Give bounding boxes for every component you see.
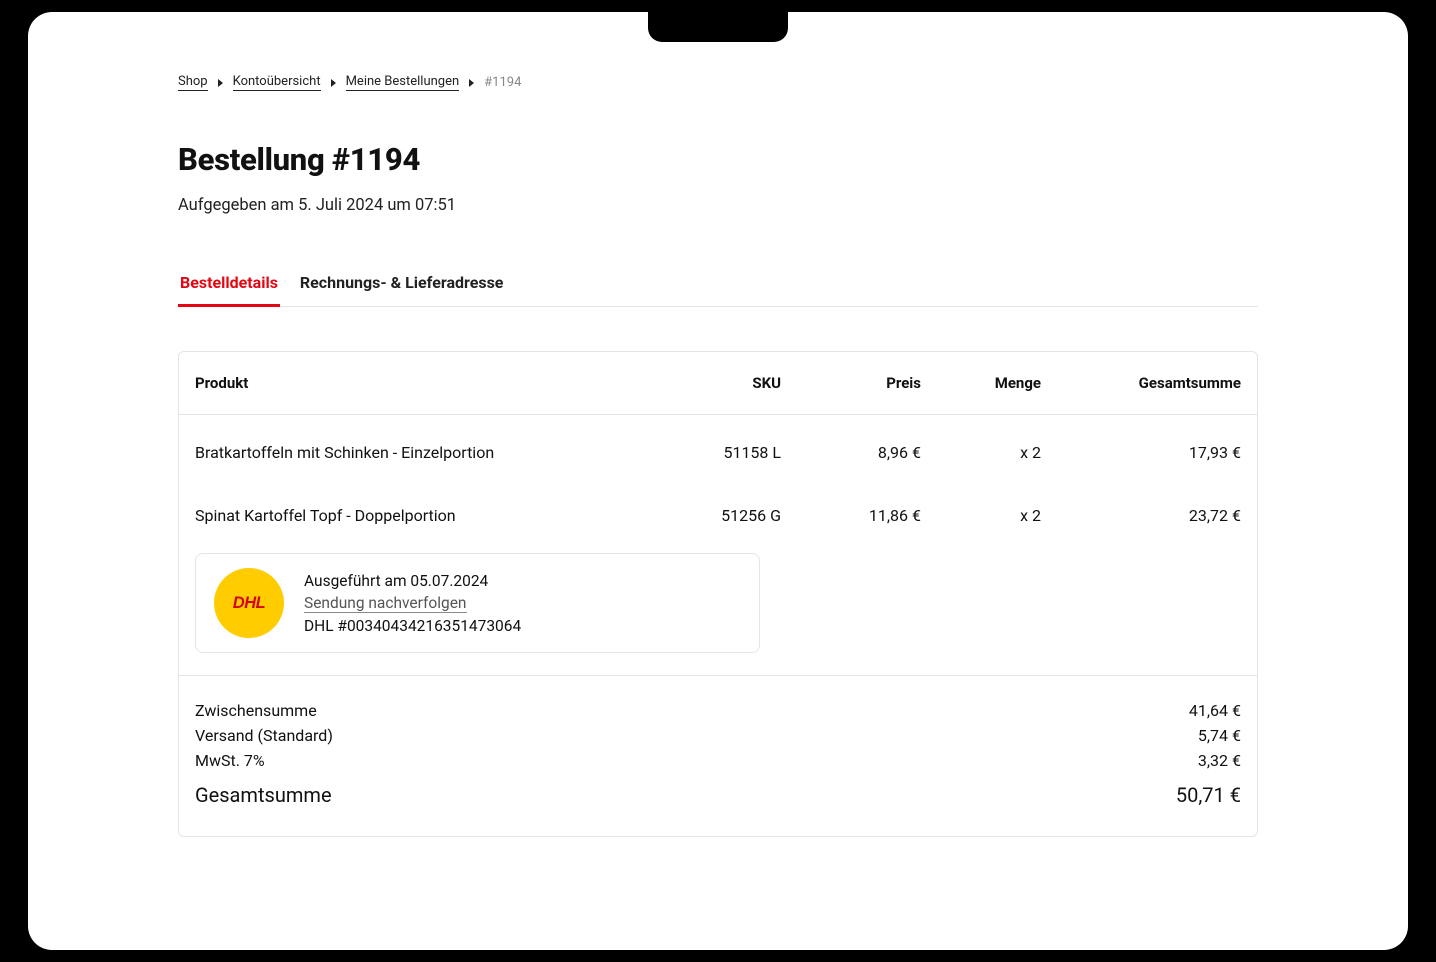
cell-sku: 51256 G — [677, 484, 797, 547]
order-totals: Zwischensumme 41,64 € Versand (Standard)… — [179, 675, 1257, 836]
cell-price: 11,86 € — [797, 484, 937, 547]
col-total: Gesamtsumme — [1057, 352, 1257, 415]
shipment-fulfilled: Ausgeführt am 05.07.2024 — [304, 572, 521, 590]
tab-order-details[interactable]: Bestelldetails — [178, 263, 280, 307]
grand-total-row: Gesamtsumme 50,71 € — [195, 773, 1241, 810]
cell-qty: x 2 — [937, 415, 1057, 485]
grand-total-label: Gesamtsumme — [195, 783, 332, 807]
track-shipment-link[interactable]: Sendung nachverfolgen — [304, 594, 467, 613]
tax-value: 3,32 € — [1198, 751, 1241, 770]
cell-sku: 51158 L — [677, 415, 797, 485]
shipping-row: Versand (Standard) 5,74 € — [195, 723, 1241, 748]
cell-total: 23,72 € — [1057, 484, 1257, 547]
table-row: Bratkartoffeln mit Schinken - Einzelport… — [179, 415, 1257, 485]
col-qty: Menge — [937, 352, 1057, 415]
tax-label: MwSt. 7% — [195, 751, 265, 770]
shipping-value: 5,74 € — [1198, 726, 1241, 745]
order-date: Aufgegeben am 5. Juli 2024 um 07:51 — [178, 196, 1258, 215]
cell-price: 8,96 € — [797, 415, 937, 485]
table-header-row: Produkt SKU Preis Menge Gesamtsumme — [179, 352, 1257, 415]
order-card: Produkt SKU Preis Menge Gesamtsumme Brat… — [178, 351, 1258, 837]
col-sku: SKU — [677, 352, 797, 415]
breadcrumb-shop[interactable]: Shop — [178, 74, 208, 91]
shipping-label: Versand (Standard) — [195, 726, 333, 745]
breadcrumb-current: #1194 — [484, 75, 521, 90]
order-items-table: Produkt SKU Preis Menge Gesamtsumme Brat… — [179, 352, 1257, 675]
chevron-right-icon — [331, 79, 336, 87]
page-content: Shop Kontoübersicht Meine Bestellungen #… — [28, 12, 1408, 897]
shipment-row: DHL Ausgeführt am 05.07.2024 Sendung nac… — [179, 547, 1257, 675]
cell-total: 17,93 € — [1057, 415, 1257, 485]
chevron-right-icon — [218, 79, 223, 87]
subtotal-label: Zwischensumme — [195, 701, 317, 720]
cell-product: Bratkartoffeln mit Schinken - Einzelport… — [179, 415, 677, 485]
tabs: Bestelldetails Rechnungs- & Lieferadress… — [178, 263, 1258, 307]
cell-qty: x 2 — [937, 484, 1057, 547]
breadcrumb: Shop Kontoübersicht Meine Bestellungen #… — [178, 74, 1258, 91]
shipment-tracking-number: DHL #00340434216351473064 — [304, 617, 521, 635]
shipment-box: DHL Ausgeführt am 05.07.2024 Sendung nac… — [195, 553, 760, 653]
subtotal-value: 41,64 € — [1189, 701, 1241, 720]
device-notch — [648, 12, 788, 42]
col-product: Produkt — [179, 352, 677, 415]
page-title: Bestellung #1194 — [178, 141, 1258, 178]
cell-product: Spinat Kartoffel Topf - Doppelportion — [179, 484, 677, 547]
tax-row: MwSt. 7% 3,32 € — [195, 748, 1241, 773]
dhl-icon: DHL — [214, 568, 284, 638]
shipment-info: Ausgeführt am 05.07.2024 Sendung nachver… — [304, 572, 521, 635]
tab-billing-shipping[interactable]: Rechnungs- & Lieferadresse — [298, 263, 506, 306]
table-row: Spinat Kartoffel Topf - Doppelportion 51… — [179, 484, 1257, 547]
chevron-right-icon — [469, 79, 474, 87]
col-price: Preis — [797, 352, 937, 415]
device-frame: Shop Kontoübersicht Meine Bestellungen #… — [28, 12, 1408, 950]
breadcrumb-orders[interactable]: Meine Bestellungen — [346, 74, 460, 91]
grand-total-value: 50,71 € — [1176, 783, 1241, 807]
subtotal-row: Zwischensumme 41,64 € — [195, 698, 1241, 723]
breadcrumb-account[interactable]: Kontoübersicht — [233, 74, 321, 91]
